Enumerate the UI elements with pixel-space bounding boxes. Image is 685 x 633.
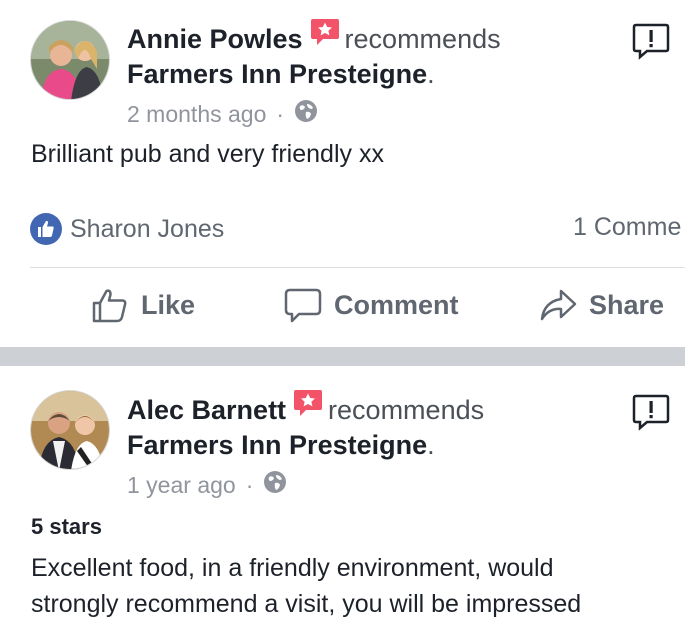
rating-label: 5 stars (31, 514, 102, 539)
avatar-photo (31, 391, 109, 469)
recommend-badge-icon (292, 387, 324, 427)
recommends-label: recommends (328, 395, 485, 425)
share-arrow-icon (540, 289, 577, 321)
post-text-line: strongly recommend a visit, you will be … (31, 590, 582, 618)
place-line: Farmers Inn Presteigne. (127, 428, 435, 462)
place-punctuation: . (427, 59, 435, 89)
globe-icon (294, 99, 318, 129)
meta-separator: · (245, 471, 254, 498)
post-text: Brilliant pub and very friendly xx (31, 140, 384, 168)
place-link[interactable]: Farmers Inn Presteigne (127, 59, 427, 89)
post-headline: Alec Barnett recommends (127, 390, 485, 427)
comment-count[interactable]: 1 Comme (573, 213, 681, 242)
post-text-line: Excellent food, in a friendly environmen… (31, 554, 554, 582)
feed-separator (0, 347, 685, 366)
timestamp[interactable]: 1 year ago (127, 472, 236, 499)
thumbs-up-icon (92, 289, 127, 323)
comment-label: Comment (334, 289, 459, 320)
post-meta: 2 months ago · (127, 99, 318, 129)
report-icon[interactable] (632, 393, 670, 431)
report-icon[interactable] (632, 22, 670, 60)
timestamp[interactable]: 2 months ago (127, 101, 266, 128)
place-line: Farmers Inn Presteigne. (127, 57, 435, 91)
comment-button[interactable]: Comment (284, 286, 459, 324)
meta-separator: · (276, 100, 285, 127)
place-link[interactable]: Farmers Inn Presteigne (127, 430, 427, 460)
post-meta: 1 year ago · (127, 470, 287, 500)
reaction-name: Sharon Jones (70, 214, 225, 243)
recommends-label: recommends (344, 24, 501, 54)
globe-icon (263, 470, 287, 500)
like-button[interactable]: Like (91, 286, 195, 324)
avatar[interactable] (30, 390, 110, 470)
author-name[interactable]: Alec Barnett (127, 395, 286, 425)
recommend-badge-icon (309, 16, 341, 56)
share-label: Share (589, 289, 665, 320)
like-label: Like (141, 289, 196, 320)
like-reaction-icon (30, 213, 62, 245)
post-card: Alec Barnett recommends Farmers Inn Prest… (0, 366, 685, 633)
comment-icon (284, 288, 322, 323)
share-button[interactable]: Share (539, 286, 664, 324)
avatar-photo (31, 21, 109, 99)
avatar[interactable] (30, 20, 110, 100)
divider (30, 267, 685, 268)
place-punctuation: . (427, 430, 435, 460)
post-card: Annie Powles recommends Farmers Inn Prest… (0, 0, 685, 347)
post-headline: Annie Powles recommends (127, 19, 501, 56)
author-name[interactable]: Annie Powles (127, 24, 303, 54)
reaction-summary[interactable]: Sharon Jones (30, 213, 224, 245)
